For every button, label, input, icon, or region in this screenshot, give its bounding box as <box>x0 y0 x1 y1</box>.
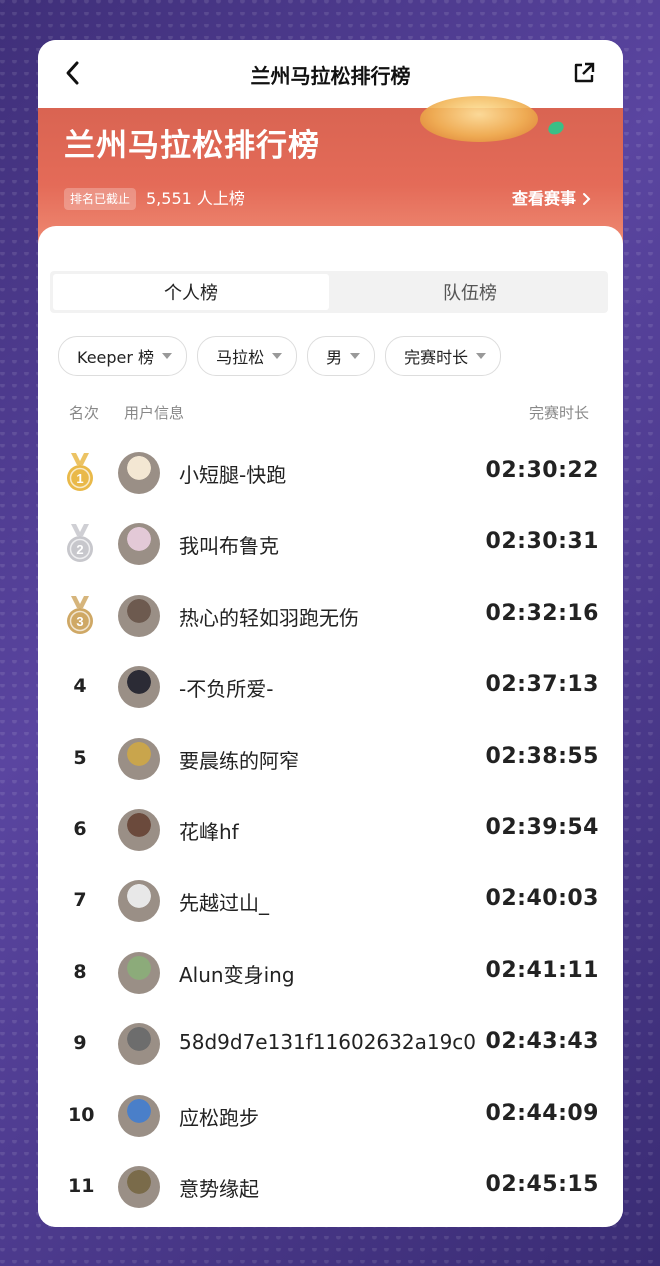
finish-time: 02:30:31 <box>485 529 599 555</box>
filter-label: 完赛时长 <box>404 348 469 367</box>
rank-number: 11 <box>68 1174 95 1197</box>
table-row[interactable]: 2 我叫布鲁克 02:30:31 <box>38 508 623 579</box>
table-row[interactable]: 5 要晨练的阿窄 02:38:55 <box>38 723 623 794</box>
filter-label: Keeper 榜 <box>77 348 155 367</box>
caret-down-icon <box>272 353 283 359</box>
rank-number: 9 <box>73 1032 87 1055</box>
user-name[interactable]: 我叫布鲁克 <box>179 530 279 559</box>
list-header: 名次 用户信息 完赛时长 <box>38 402 623 424</box>
chevron-right-icon <box>583 193 591 205</box>
finish-time: 02:40:03 <box>485 886 599 912</box>
share-button[interactable] <box>569 58 599 88</box>
ranking-type-tabs: 个人榜 队伍榜 <box>50 271 608 313</box>
table-row[interactable]: 9 58d9d7e131f11602632a19c0 02:43:43 <box>38 1008 623 1079</box>
table-row[interactable]: 7 先越过山_ 02:40:03 <box>38 865 623 936</box>
finish-time: 02:45:15 <box>485 1171 599 1197</box>
rank-number: 8 <box>73 960 87 983</box>
user-name[interactable]: 应松跑步 <box>179 1102 259 1131</box>
user-name[interactable]: 小短腿-快跑 <box>179 459 286 488</box>
avatar[interactable] <box>118 808 160 851</box>
avatar[interactable] <box>118 1165 160 1208</box>
header-rank: 名次 <box>69 404 100 422</box>
tab-individual[interactable]: 个人榜 <box>53 274 329 310</box>
participant-count: 5,551 人上榜 <box>146 189 245 208</box>
avatar[interactable] <box>118 594 160 637</box>
rank-number: 5 <box>73 746 87 769</box>
ranking-closed-badge: 排名已截止 <box>64 188 137 210</box>
table-row[interactable]: 4 -不负所爱- 02:37:13 <box>38 651 623 722</box>
tab-team[interactable]: 队伍榜 <box>332 271 608 313</box>
bronze-medal-icon: 3 <box>67 595 93 634</box>
filter-gender[interactable]: 男 <box>307 336 376 376</box>
header-finish-time: 完赛时长 <box>528 404 589 422</box>
medal-rank-text: 3 <box>76 614 83 629</box>
page-title: 兰州马拉松排行榜 <box>250 64 411 88</box>
user-name[interactable]: 要晨练的阿窄 <box>179 745 299 774</box>
finish-time: 02:30:22 <box>485 458 599 483</box>
view-event-link[interactable]: 查看赛事 <box>512 188 591 210</box>
rank-number: 6 <box>73 817 87 840</box>
caret-down-icon <box>476 353 487 359</box>
table-row[interactable]: 8 Alun变身ing 02:41:11 <box>38 937 623 1008</box>
top-nav-bar: 兰州马拉松排行榜 <box>38 40 623 108</box>
user-name[interactable]: -不负所爱- <box>179 673 273 702</box>
view-event-label: 查看赛事 <box>511 189 576 208</box>
avatar[interactable] <box>118 666 160 709</box>
rank-number: 7 <box>73 889 87 912</box>
table-row[interactable]: 6 花峰hf 02:39:54 <box>38 794 623 865</box>
user-name[interactable]: 花峰hf <box>179 816 239 845</box>
user-name[interactable]: 先越过山_ <box>179 887 269 916</box>
filter-label: 男 <box>326 348 343 367</box>
finish-time: 02:32:16 <box>485 600 599 626</box>
finish-time: 02:44:09 <box>485 1100 599 1126</box>
avatar[interactable] <box>118 737 160 780</box>
filter-keeper-ranking[interactable]: Keeper 榜 <box>58 336 188 376</box>
table-row[interactable]: 3 热心的轻如羽跑无伤 02:32:16 <box>38 580 623 651</box>
leaderboard-content: 个人榜 队伍榜 Keeper 榜 马拉松 男 完赛时长 名次 用户信息 完赛时长… <box>38 226 623 1227</box>
caret-down-icon <box>350 353 361 359</box>
avatar[interactable] <box>118 880 160 923</box>
table-row[interactable]: 1 小短腿-快跑 02:30:22 <box>38 437 623 508</box>
coin-decoration <box>420 96 538 142</box>
rank-number: 4 <box>73 675 87 698</box>
finish-time: 02:41:11 <box>485 957 599 983</box>
medal-rank-text: 2 <box>76 542 83 557</box>
medal-rank-text: 1 <box>76 471 83 486</box>
avatar[interactable] <box>118 1023 160 1066</box>
user-name[interactable]: Alun变身ing <box>179 959 295 988</box>
filter-label: 马拉松 <box>216 348 265 367</box>
user-name[interactable]: 58d9d7e131f11602632a19c0 <box>179 1030 476 1054</box>
finish-time: 02:37:13 <box>485 672 599 698</box>
finish-time: 02:38:55 <box>485 743 599 769</box>
hero-title: 兰州马拉松排行榜 <box>64 128 320 164</box>
filter-bar: Keeper 榜 马拉松 男 完赛时长 <box>58 336 502 376</box>
avatar[interactable] <box>118 951 160 994</box>
filter-race-type[interactable]: 马拉松 <box>197 336 298 376</box>
finish-time: 02:39:54 <box>485 814 599 840</box>
ranking-list: 1 小短腿-快跑 02:30:22 2 我叫布鲁克 02:30:31 3 热心的… <box>38 437 623 1222</box>
user-name[interactable]: 意势缘起 <box>179 1173 259 1202</box>
finish-time: 02:43:43 <box>485 1029 599 1055</box>
filter-sort-metric[interactable]: 完赛时长 <box>385 336 502 376</box>
user-name[interactable]: 热心的轻如羽跑无伤 <box>179 602 359 631</box>
avatar[interactable] <box>118 1094 160 1137</box>
gold-medal-icon: 1 <box>67 453 93 491</box>
table-row[interactable]: 11 意势缘起 02:45:15 <box>38 1151 623 1222</box>
header-user: 用户信息 <box>124 404 185 422</box>
silver-medal-icon: 2 <box>67 524 93 563</box>
leaf-decoration <box>546 119 566 137</box>
caret-down-icon <box>162 353 173 359</box>
avatar[interactable] <box>118 452 160 494</box>
share-external-icon <box>574 62 595 83</box>
rank-number: 10 <box>68 1103 95 1126</box>
leaderboard-sheet: 兰州马拉松排行榜 兰州马拉松排行榜 排名已截止 5,551 人上榜 查看赛事 个… <box>38 40 623 1227</box>
avatar[interactable] <box>118 523 160 566</box>
table-row[interactable]: 10 应松跑步 02:44:09 <box>38 1080 623 1151</box>
